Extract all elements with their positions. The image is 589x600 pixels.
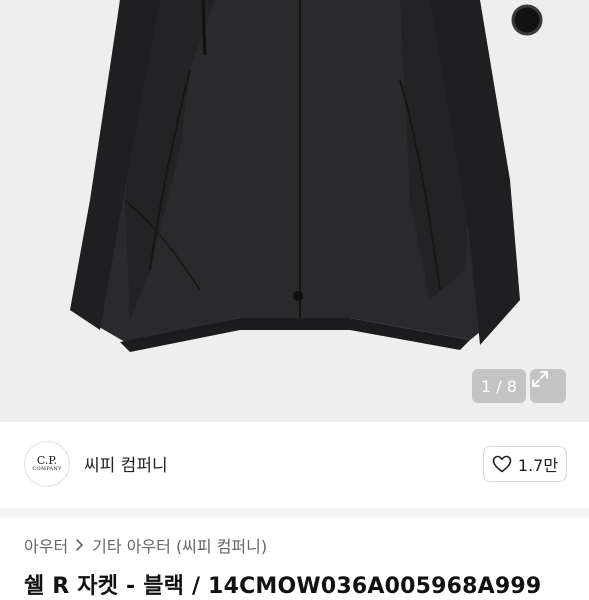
like-count: 1.7만 [517,456,559,475]
pager-text: 1 / 8 [481,376,517,396]
breadcrumb-category[interactable]: 아우터 [24,533,68,557]
logo-text-main: C.P. [36,454,58,467]
expand-icon [532,371,548,387]
logo-text-sub: COMPANY [32,466,62,472]
expand-button[interactable] [530,369,566,403]
like-button[interactable]: 1.7만 [483,446,567,482]
product-title: 쉘 R 자켓 - 블랙 / 14CMOW036A005968A999 [24,574,542,599]
chevron-right-icon [76,539,83,551]
brand-logo[interactable]: C.P. COMPANY [24,441,70,487]
image-pager: 1 / 8 [472,369,526,403]
heart-icon [492,455,512,473]
brand-name-link[interactable]: 씨피 컴퍼니 [84,451,168,476]
breadcrumb-subcategory[interactable]: 기타 아우터 (씨피 컴퍼니) [92,533,267,557]
section-divider [0,508,589,518]
breadcrumb: 아우터 기타 아우터 (씨피 컴퍼니) [24,533,267,557]
product-image-gallery[interactable]: 1 / 8 [0,0,589,422]
product-image-jacket [70,0,543,352]
